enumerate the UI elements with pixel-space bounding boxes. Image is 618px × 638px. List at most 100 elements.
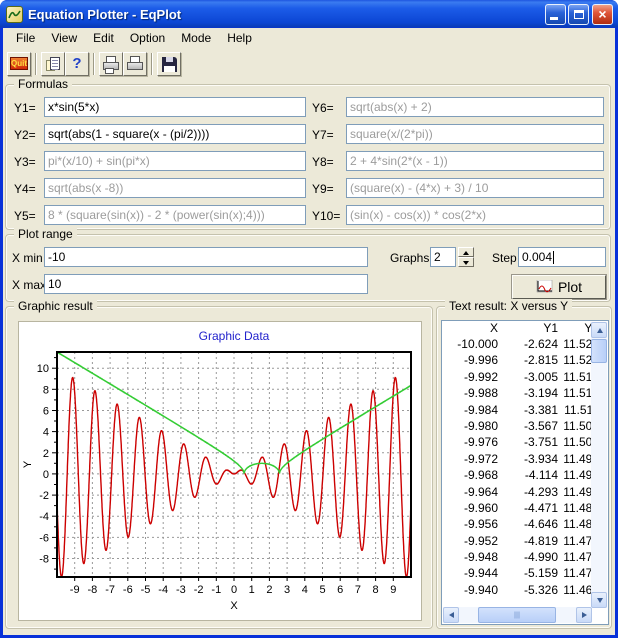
column-header-y1: Y1: [498, 321, 558, 337]
svg-text:-8: -8: [88, 584, 98, 596]
quit-button[interactable]: Quit: [7, 52, 31, 76]
svg-text:6: 6: [43, 406, 49, 418]
y8-label: Y8=: [312, 155, 344, 169]
graphs-input[interactable]: [430, 247, 456, 267]
minimize-button[interactable]: [545, 4, 566, 25]
y4-input[interactable]: [44, 178, 306, 198]
y3-input[interactable]: [44, 151, 306, 171]
table-row: -9.972 -3.934 11.499: [442, 452, 608, 468]
cell-y1: -4.646: [498, 517, 558, 533]
table-row: -9.948 -4.990 11.475: [442, 550, 608, 566]
svg-text:4: 4: [43, 427, 49, 439]
cell-y1: -3.194: [498, 386, 558, 402]
menu-mode[interactable]: Mode: [173, 29, 219, 47]
scroll-up-button[interactable]: [591, 322, 607, 338]
svg-text:-6: -6: [123, 584, 133, 596]
horizontal-scrollbar[interactable]: [443, 607, 592, 623]
svg-text:-4: -4: [39, 511, 49, 523]
svg-text:-2: -2: [39, 490, 49, 502]
svg-text:-5: -5: [141, 584, 151, 596]
scroll-right-button[interactable]: [576, 607, 592, 623]
print-button[interactable]: [123, 52, 147, 76]
client-area: File View Edit Option Mode Help Quit ?: [3, 28, 615, 635]
chart-svg: Graphic Data-9-8-7-6-5-4-3-2-10123456789…: [19, 322, 421, 620]
column-header-x: X: [442, 321, 498, 337]
svg-text:2: 2: [43, 448, 49, 460]
cell-x: -9.952: [442, 534, 498, 550]
help-button[interactable]: ?: [65, 52, 89, 76]
menu-file[interactable]: File: [8, 29, 43, 47]
y3-label: Y3=: [14, 155, 46, 169]
table-row: -9.956 -4.646 11.483: [442, 517, 608, 533]
y7-label: Y7=: [312, 128, 344, 142]
vertical-scrollbar[interactable]: [591, 322, 607, 608]
y5-label: Y5=: [14, 209, 46, 223]
titlebar[interactable]: Equation Plotter - EqPlot ×: [0, 0, 618, 28]
step-input[interactable]: 0.004: [518, 247, 606, 267]
cell-y1: -4.114: [498, 468, 558, 484]
spinner-down-button[interactable]: [458, 257, 474, 267]
save-button[interactable]: [157, 52, 181, 76]
graphic-result-group-label: Graphic result: [14, 299, 97, 313]
window-title: Equation Plotter - EqPlot: [28, 7, 618, 22]
plot-button-label: Plot: [558, 279, 582, 295]
svg-text:8: 8: [373, 584, 379, 596]
cell-y1: -3.751: [498, 435, 558, 451]
toolbar-separator: [35, 53, 37, 75]
menu-option[interactable]: Option: [122, 29, 173, 47]
plot-range-group: Plot range X min X max Graphs Step 0.004…: [5, 234, 611, 302]
plot-button[interactable]: Plot: [512, 275, 606, 299]
svg-text:-8: -8: [39, 554, 49, 566]
print-preview-button[interactable]: [99, 52, 123, 76]
y2-input[interactable]: [44, 124, 306, 144]
y5-input[interactable]: [44, 205, 306, 225]
result-rows: -10.000 -2.624 11.527 -9.996 -2.815 11.5…: [442, 337, 608, 599]
result-list: X Y1 Y2 -10.000 -2.624 11.527 -9.996 -2.…: [441, 320, 609, 625]
svg-text:0: 0: [231, 584, 237, 596]
menu-help[interactable]: Help: [219, 29, 260, 47]
svg-text:3: 3: [284, 584, 290, 596]
y1-label: Y1=: [14, 101, 46, 115]
table-row: -9.952 -4.819 11.479: [442, 534, 608, 550]
menu-view[interactable]: View: [43, 29, 85, 47]
cell-y1: -5.159: [498, 566, 558, 582]
spinner-up-button[interactable]: [458, 247, 474, 257]
copy-page-icon: [50, 57, 60, 70]
svg-text:2: 2: [266, 584, 272, 596]
cell-x: -9.976: [442, 435, 498, 451]
table-row: -9.968 -4.114 11.495: [442, 468, 608, 484]
scroll-left-button[interactable]: [443, 607, 459, 623]
close-button[interactable]: ×: [592, 4, 613, 25]
xmin-label: X min: [12, 251, 43, 265]
xmax-input[interactable]: [44, 274, 368, 294]
cell-x: -9.940: [442, 583, 498, 599]
svg-text:8: 8: [43, 384, 49, 396]
cell-y1: -4.819: [498, 534, 558, 550]
save-icon: [162, 57, 177, 72]
y7-input[interactable]: [346, 124, 604, 144]
horizontal-scroll-thumb[interactable]: [478, 607, 556, 623]
y6-input[interactable]: [346, 97, 604, 117]
y1-input[interactable]: [44, 97, 306, 117]
y10-input[interactable]: [346, 205, 604, 225]
vertical-scroll-thumb[interactable]: [591, 339, 607, 363]
scroll-down-button[interactable]: [591, 592, 607, 608]
graphs-spinner: [458, 247, 474, 267]
cell-x: -9.948: [442, 550, 498, 566]
menu-edit[interactable]: Edit: [85, 29, 122, 47]
svg-text:10: 10: [37, 363, 49, 375]
maximize-button[interactable]: [568, 4, 589, 25]
cell-y1: -3.005: [498, 370, 558, 386]
chart-panel: Graphic Data-9-8-7-6-5-4-3-2-10123456789…: [18, 321, 422, 621]
xmin-input[interactable]: [44, 247, 368, 267]
cell-x: -9.972: [442, 452, 498, 468]
cell-x: -9.988: [442, 386, 498, 402]
cell-y1: -5.326: [498, 583, 558, 599]
toolbar: Quit ?: [3, 48, 615, 80]
cell-y1: -4.990: [498, 550, 558, 566]
y8-input[interactable]: [346, 151, 604, 171]
y9-input[interactable]: [346, 178, 604, 198]
minimize-icon: [550, 17, 558, 20]
cell-y1: -3.567: [498, 419, 558, 435]
copy-button[interactable]: [41, 52, 65, 76]
